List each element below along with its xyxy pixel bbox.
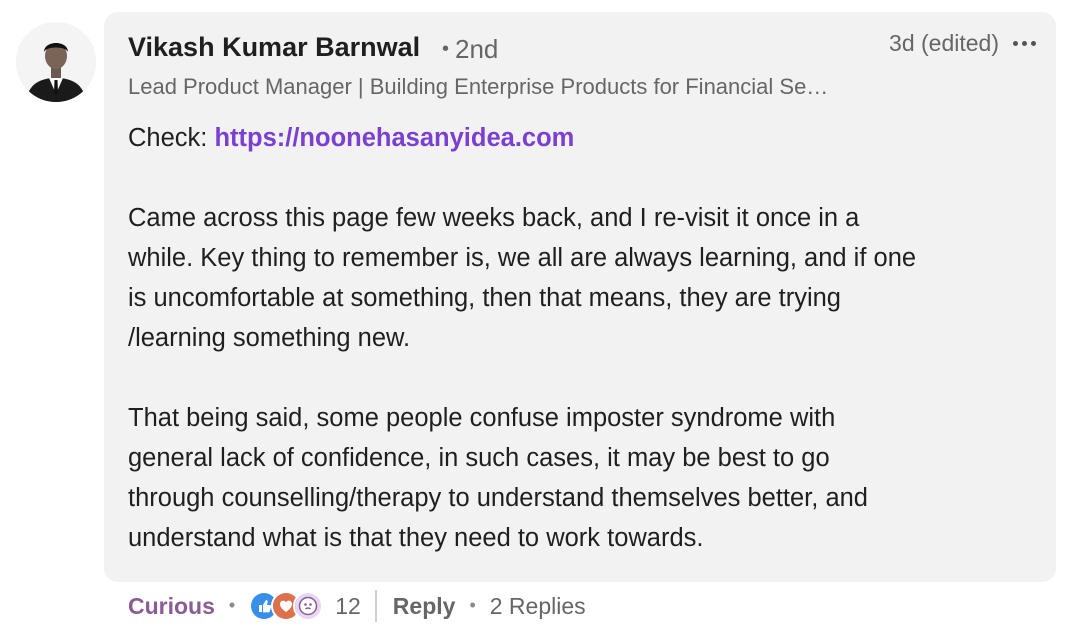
reaction-icons[interactable] (249, 591, 324, 621)
author-headline: Lead Product Manager | Building Enterpri… (128, 74, 829, 99)
comment-line: while. Key thing to remember is, we all … (128, 244, 917, 272)
comment-line-check: Check: https://noonehasanyidea.com (128, 118, 1028, 158)
connection-degree: • 2nd (442, 34, 498, 65)
comment-line: That being said, some people confuse imp… (128, 404, 836, 432)
author-name[interactable]: Vikash Kumar Barnwal (128, 32, 420, 63)
comment-line: Came across this page few weeks back, an… (128, 204, 860, 232)
replies-link[interactable]: 2 Replies (490, 593, 586, 620)
comment-line: general lack of confidence, in such case… (128, 444, 830, 472)
connection-degree-label: 2nd (455, 34, 499, 64)
more-options-icon[interactable] (1009, 37, 1036, 50)
comment-line: is uncomfortable at something, then that… (128, 284, 841, 312)
comment-meta: 3d (edited) (889, 30, 1036, 57)
check-prefix: Check: (128, 124, 215, 152)
comment-bubble: Vikash Kumar Barnwal • 2nd 3d (edited) Le… (104, 12, 1056, 582)
comment-link[interactable]: https://noonehasanyidea.com (214, 124, 574, 152)
separator-dot: • (228, 594, 236, 615)
avatar-photo-icon (16, 22, 96, 102)
comment-actions: Curious • 12 Reply • 2 Replies (128, 588, 586, 624)
degree-separator-dot: • (442, 38, 450, 60)
action-divider (374, 590, 377, 622)
comment-line: understand what is that they need to wor… (128, 524, 704, 552)
reaction-count[interactable]: 12 (335, 593, 361, 620)
comment-line: through counselling/therapy to understan… (128, 484, 868, 512)
author-avatar[interactable] (16, 22, 96, 102)
separator-dot: • (469, 594, 476, 615)
comment-body: Check: https://noonehasanyidea.com Came … (128, 118, 1028, 558)
comment-line: /learning something new. (128, 324, 411, 352)
reply-button[interactable]: Reply (393, 593, 456, 620)
comment-timestamp: 3d (edited) (889, 30, 999, 56)
curious-icon (293, 591, 324, 621)
react-button[interactable]: Curious (128, 593, 215, 620)
